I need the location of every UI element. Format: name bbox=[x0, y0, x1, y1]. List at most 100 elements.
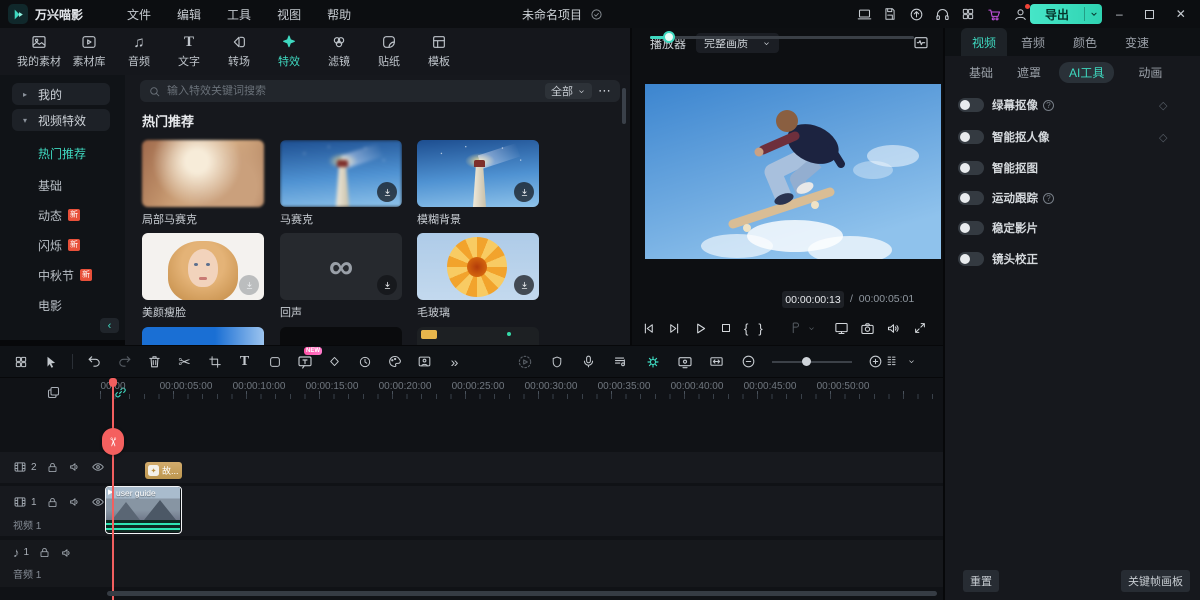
tab-effects[interactable]: 特效 bbox=[264, 28, 314, 75]
mute-icon[interactable] bbox=[68, 495, 82, 509]
workspace-grid-icon[interactable] bbox=[12, 353, 29, 370]
tab-stickers[interactable]: 贴纸 bbox=[364, 28, 414, 75]
lock-icon[interactable] bbox=[46, 461, 59, 474]
color-palette-icon[interactable] bbox=[386, 353, 403, 370]
download-icon[interactable] bbox=[377, 182, 397, 202]
filter-all-dropdown[interactable]: 全部 bbox=[545, 83, 592, 99]
lock-icon[interactable] bbox=[38, 546, 51, 559]
tab-video[interactable]: 视频 bbox=[961, 28, 1007, 56]
audio-mixer-icon[interactable] bbox=[612, 353, 629, 370]
sidebar-item-flicker[interactable]: 闪烁新 bbox=[38, 237, 80, 253]
sidebar-group-my[interactable]: ▸ 我的 bbox=[12, 83, 110, 105]
sidebar-item-midautumn[interactable]: 中秋节新 bbox=[38, 267, 92, 283]
motion-tracking-toggle[interactable] bbox=[958, 191, 984, 205]
mask-tool-icon[interactable] bbox=[266, 353, 283, 370]
subtab-ai-tools[interactable]: AI工具 bbox=[1059, 62, 1114, 83]
menu-edit[interactable]: 编辑 bbox=[177, 6, 201, 23]
apps-grid-icon[interactable] bbox=[956, 2, 980, 26]
zoom-in-icon[interactable] bbox=[867, 353, 884, 370]
more-options-button[interactable]: ⋯ bbox=[598, 83, 612, 99]
save-icon[interactable] bbox=[878, 2, 902, 26]
effect-card-blur-bg[interactable] bbox=[417, 140, 539, 207]
chroma-key-toggle[interactable] bbox=[958, 98, 984, 112]
support-headset-icon[interactable] bbox=[930, 2, 954, 26]
effect-card-mosaic[interactable] bbox=[280, 140, 402, 207]
lock-icon[interactable] bbox=[46, 496, 59, 509]
download-icon[interactable] bbox=[514, 275, 534, 295]
tab-stock-media[interactable]: 素材库 bbox=[64, 28, 114, 75]
chevron-down-icon[interactable] bbox=[907, 357, 916, 366]
effect-card-partial-mosaic[interactable] bbox=[142, 140, 264, 207]
reset-button[interactable]: 重置 bbox=[963, 570, 999, 592]
sidebar-group-video-effects[interactable]: ▾ 视频特效 bbox=[12, 109, 110, 131]
lens-correction-toggle[interactable] bbox=[958, 252, 984, 266]
search-input[interactable] bbox=[167, 85, 539, 97]
playhead-split-button[interactable]: ✂ bbox=[102, 428, 124, 455]
maximize-button[interactable] bbox=[1145, 10, 1154, 19]
text-tool-icon[interactable]: T bbox=[236, 353, 253, 370]
help-icon[interactable]: ? bbox=[1043, 100, 1054, 111]
sidebar-item-hot[interactable]: 热门推荐 bbox=[38, 145, 86, 161]
effect-card-frosted-glass[interactable] bbox=[417, 233, 539, 300]
minimize-button[interactable]: – bbox=[1116, 7, 1123, 21]
keyframe-diamond-icon[interactable]: ◇ bbox=[1159, 131, 1167, 144]
mute-icon[interactable] bbox=[60, 546, 74, 560]
stabilization-toggle[interactable] bbox=[958, 221, 984, 235]
redo-icon[interactable] bbox=[116, 353, 133, 370]
auto-reframe-icon[interactable] bbox=[416, 353, 433, 370]
zoom-out-icon[interactable] bbox=[740, 353, 757, 370]
sidebar-collapse-button[interactable]: ‹ bbox=[100, 318, 119, 333]
scopes-icon[interactable] bbox=[913, 35, 929, 51]
download-icon[interactable] bbox=[239, 275, 259, 295]
store-cart-icon[interactable] bbox=[982, 2, 1006, 26]
timeline-scrollbar[interactable] bbox=[107, 591, 937, 596]
tab-text[interactable]: T文字 bbox=[164, 28, 214, 75]
tab-templates[interactable]: 模板 bbox=[414, 28, 464, 75]
subtab-animation[interactable]: 动画 bbox=[1138, 64, 1162, 81]
seek-bar-knob[interactable] bbox=[663, 31, 675, 43]
screen-capture-icon[interactable] bbox=[676, 353, 693, 370]
stop-button[interactable] bbox=[718, 320, 734, 336]
effect-card-echo[interactable]: ∞ bbox=[280, 233, 402, 300]
play-button[interactable] bbox=[692, 320, 708, 336]
more-tools-button[interactable]: » bbox=[446, 353, 463, 370]
video-preview[interactable] bbox=[645, 84, 941, 259]
track-audio-1[interactable]: ♪ 1 音频 1 bbox=[0, 540, 943, 587]
keyframe-panel-button[interactable]: 关键帧画板 bbox=[1121, 570, 1190, 592]
fit-timeline-icon[interactable] bbox=[708, 353, 725, 370]
volume-button[interactable] bbox=[886, 320, 902, 336]
next-frame-button[interactable] bbox=[666, 320, 682, 336]
fullscreen-button[interactable] bbox=[912, 320, 928, 336]
menu-file[interactable]: 文件 bbox=[127, 6, 151, 23]
mark-out-button[interactable]: } bbox=[758, 321, 762, 336]
marker-button[interactable] bbox=[787, 320, 803, 336]
eye-icon[interactable] bbox=[91, 460, 105, 474]
split-scissors-icon[interactable]: ✂ bbox=[176, 353, 193, 370]
timeline-zoom-slider[interactable] bbox=[772, 355, 852, 369]
snapshot-button[interactable] bbox=[860, 320, 876, 336]
video-clip-selected[interactable]: ▶ user guide bbox=[105, 486, 182, 534]
export-button[interactable]: 导出 bbox=[1030, 4, 1102, 24]
playhead-handle[interactable] bbox=[109, 378, 117, 387]
tab-transitions[interactable]: 转场 bbox=[214, 28, 264, 75]
select-tool-icon[interactable] bbox=[42, 353, 59, 370]
upload-icon[interactable] bbox=[904, 2, 928, 26]
eye-icon[interactable] bbox=[91, 495, 105, 509]
tab-speed[interactable]: 变速 bbox=[1111, 28, 1163, 56]
smart-cutout-toggle[interactable] bbox=[958, 161, 984, 175]
speed-icon[interactable] bbox=[356, 353, 373, 370]
voiceover-mic-icon[interactable] bbox=[580, 353, 597, 370]
ruler-minor-ticks[interactable] bbox=[100, 394, 943, 399]
mute-icon[interactable] bbox=[68, 460, 82, 474]
keyframe-icon[interactable] bbox=[326, 353, 343, 370]
switch-device-icon[interactable] bbox=[852, 2, 876, 26]
undo-icon[interactable] bbox=[86, 353, 103, 370]
ai-portrait-toggle[interactable] bbox=[958, 130, 984, 144]
effects-scrollbar[interactable] bbox=[622, 88, 626, 124]
zoom-slider-knob[interactable] bbox=[802, 357, 811, 366]
tab-my-media[interactable]: 我的素材 bbox=[14, 28, 64, 75]
sidebar-item-basic[interactable]: 基础 bbox=[38, 177, 62, 193]
previous-frame-button[interactable] bbox=[640, 320, 656, 336]
tab-audio-props[interactable]: 音频 bbox=[1007, 28, 1059, 56]
playhead[interactable]: ✂ bbox=[112, 378, 114, 600]
